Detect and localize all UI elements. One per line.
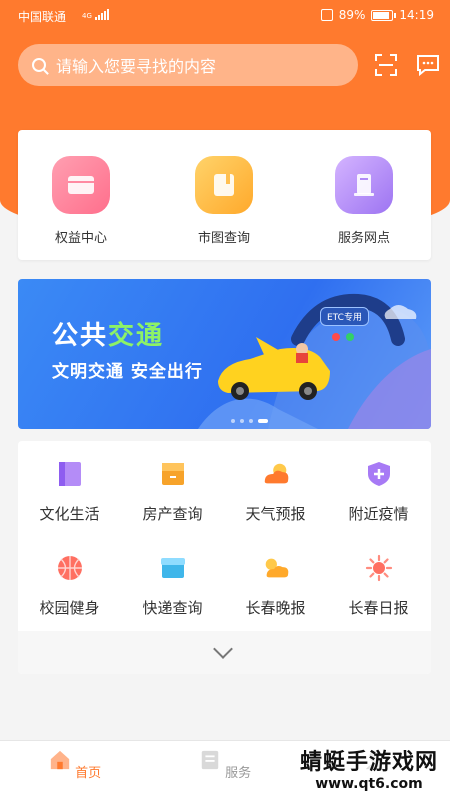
tab-service-label: 服务 — [225, 766, 252, 781]
weather-icon — [261, 459, 291, 489]
basketball-icon — [55, 553, 85, 583]
signal-icon: 4G — [82, 9, 109, 20]
carrier-label: 中国联通 — [18, 10, 67, 24]
carousel-indicator — [18, 419, 431, 423]
book-icon — [195, 156, 253, 214]
status-bar: 中国联通 4G 89% 14:19 — [0, 0, 450, 32]
service-changchun-daily[interactable]: 长春日报 — [327, 553, 430, 618]
search-input[interactable]: 请输入您要寻找的内容 — [18, 44, 358, 86]
kiosk-icon — [335, 156, 393, 214]
home-icon — [50, 750, 70, 770]
sun-icon — [364, 553, 394, 583]
nfc-icon — [320, 9, 333, 21]
folder-icon — [158, 459, 188, 489]
service-label: 快递查询 — [142, 599, 203, 617]
service-culture-life[interactable]: 文化生活 — [18, 459, 121, 524]
watermark: 蜻蜓手游戏网 www.qt6.com — [300, 744, 438, 792]
quick-action-library-search[interactable]: 市图查询 — [174, 156, 274, 246]
promo-banner[interactable]: 公共交通 文明交通 安全出行 ETC专用 — [18, 279, 431, 429]
tab-service[interactable]: 服务 — [185, 749, 265, 781]
quick-action-service-outlets[interactable]: 服务网点 — [314, 156, 414, 246]
service-changchun-evening-news[interactable]: 长春晚报 — [224, 553, 327, 618]
chevron-down-icon — [213, 639, 233, 659]
quick-action-label: 市图查询 — [197, 231, 250, 246]
services-grid: 文化生活 房产查询 天气预报 附近疫情 校园健身 快递查询 长春晚报 长春日报 — [18, 441, 431, 674]
tab-home-label: 首页 — [75, 766, 102, 781]
service-express-query[interactable]: 快递查询 — [121, 553, 224, 618]
battery-percent: 89% — [338, 8, 366, 22]
search-placeholder: 请输入您要寻找的内容 — [56, 57, 217, 76]
quick-action-label: 权益中心 — [54, 231, 107, 246]
banner-illustration — [198, 293, 431, 429]
service-label: 天气预报 — [245, 505, 306, 523]
watermark-url: www.qt6.com — [315, 776, 423, 792]
quick-actions-card: 权益中心 市图查询 服务网点 — [18, 130, 431, 260]
service-label: 文化生活 — [39, 505, 100, 523]
service-campus-fitness[interactable]: 校园健身 — [18, 553, 121, 618]
book-icon — [55, 459, 85, 489]
service-label: 长春日报 — [348, 599, 409, 617]
scan-icon[interactable] — [374, 53, 398, 77]
sun-cloud-icon — [261, 553, 291, 583]
service-nearby-epidemic[interactable]: 附近疫情 — [327, 459, 430, 524]
box-icon — [158, 553, 188, 583]
service-icon — [201, 750, 219, 770]
service-housing-query[interactable]: 房产查询 — [121, 459, 224, 524]
network-label: 4G — [82, 12, 92, 20]
service-weather[interactable]: 天气预报 — [224, 459, 327, 524]
message-icon[interactable] — [416, 53, 440, 77]
service-label: 校园健身 — [39, 599, 100, 617]
etc-tag: ETC专用 — [320, 307, 369, 326]
expand-services-button[interactable] — [18, 631, 431, 674]
card-icon — [52, 156, 110, 214]
shield-plus-icon — [364, 459, 394, 489]
search-icon — [32, 58, 46, 72]
service-label: 房产查询 — [142, 505, 203, 523]
clock: 14:19 — [399, 8, 434, 22]
quick-action-label: 服务网点 — [337, 231, 390, 246]
banner-title: 公共交通 — [52, 321, 165, 351]
tab-home[interactable]: 首页 — [35, 749, 115, 781]
service-label: 长春晚报 — [245, 599, 306, 617]
banner-subtitle: 文明交通 安全出行 — [52, 362, 203, 382]
quick-action-rights-center[interactable]: 权益中心 — [31, 156, 131, 246]
watermark-title: 蜻蜓手游戏网 — [299, 750, 438, 775]
service-label: 附近疫情 — [348, 505, 409, 523]
battery-icon — [371, 9, 397, 21]
